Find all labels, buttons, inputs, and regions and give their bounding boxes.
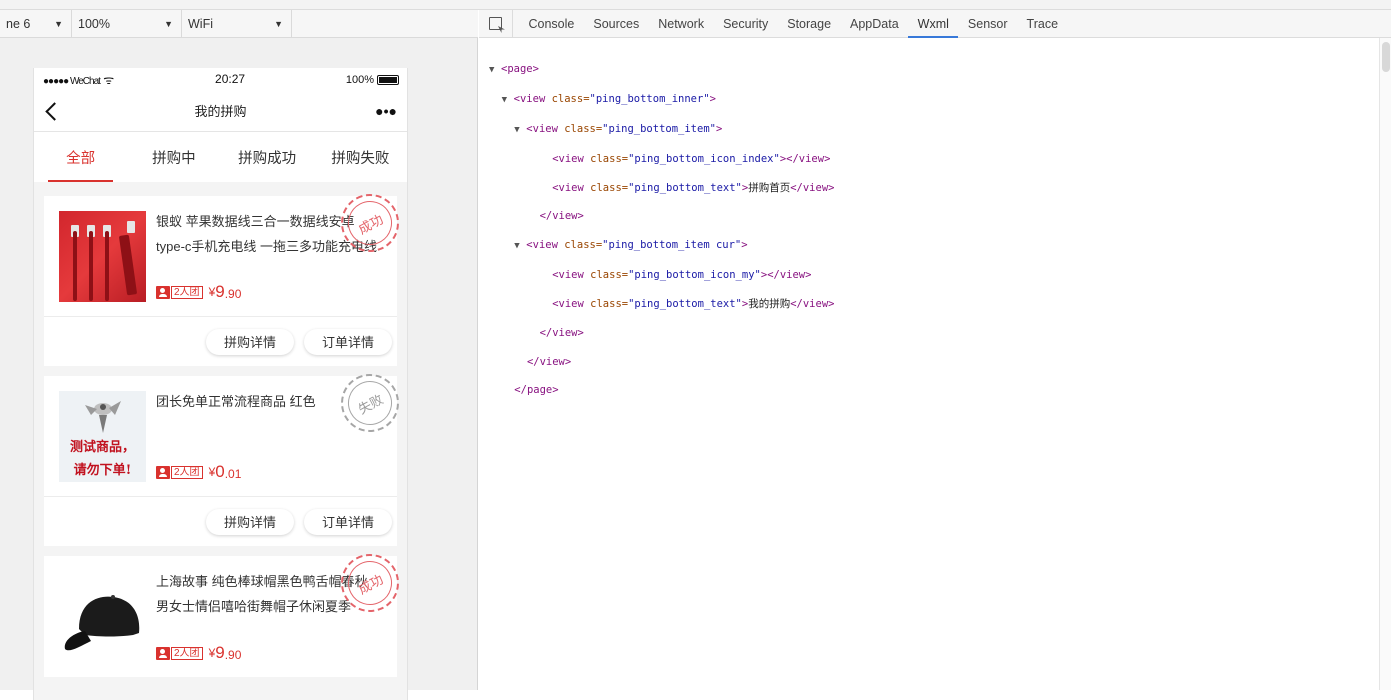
- tab-sensor[interactable]: Sensor: [958, 10, 1017, 37]
- group-size-badge: 2人团: [171, 285, 203, 299]
- expand-triangle-icon[interactable]: ▼: [514, 239, 526, 253]
- group-detail-button[interactable]: 拼购详情: [205, 508, 294, 535]
- device-toolbar: ne 6 ▼ 100% ▼ WiFi ▼: [0, 10, 478, 38]
- status-bar: ●●●●● WeChat ᯤ 20:27 100%: [34, 68, 407, 90]
- tab-success[interactable]: 拼购成功: [221, 132, 314, 182]
- chevron-down-icon: ▼: [164, 19, 173, 29]
- tab-wxml[interactable]: Wxml: [908, 10, 959, 38]
- tab-in-progress[interactable]: 拼购中: [127, 132, 220, 182]
- price-decimal: .01: [224, 467, 242, 481]
- wxml-close-inner: </view>: [526, 355, 572, 368]
- wxml-close-page: </page>: [514, 384, 559, 397]
- test-figure-icon: [85, 401, 121, 433]
- zoom-select-value: 100%: [78, 17, 110, 31]
- wxml-node-inner[interactable]: ▼ <view class="ping_bottom_inner">: [489, 92, 834, 107]
- wxml-node-text-home[interactable]: <view class="ping_bottom_text">拼购首页</vie…: [489, 181, 834, 195]
- thumb-text-line-2: 请勿下单!: [73, 463, 132, 478]
- tab-storage[interactable]: Storage: [778, 10, 841, 37]
- wxml-node-icon-index[interactable]: <view class="ping_bottom_icon_index"></v…: [489, 152, 834, 166]
- expand-triangle-icon[interactable]: ▼: [489, 63, 501, 77]
- wxml-node-item[interactable]: ▼ <view class="ping_bottom_item">: [489, 122, 834, 137]
- order-detail-button[interactable]: 订单详情: [303, 328, 392, 355]
- product-image: [59, 571, 146, 662]
- tab-network[interactable]: Network: [649, 10, 714, 37]
- nav-bar: 我的拼购 ●•●: [34, 90, 407, 132]
- chevron-down-icon: ▼: [274, 19, 283, 29]
- price-integer: 9: [215, 643, 225, 662]
- devtools-scrollbar[interactable]: [1379, 38, 1391, 690]
- price-integer: 0: [215, 462, 225, 481]
- product-image: 测试商品， 请勿下单!: [59, 391, 146, 482]
- product-image: [59, 211, 146, 302]
- group-detail-button[interactable]: 拼购详情: [205, 328, 294, 355]
- group-icon: [156, 646, 170, 660]
- price-integer: 9: [215, 282, 225, 301]
- battery-status: 100%: [346, 72, 399, 86]
- device-select-value: ne 6: [6, 17, 31, 31]
- window-top-strip: [0, 0, 1391, 10]
- order-card: 测试商品， 请勿下单! 团长免单正常流程商品 红色 2人团 ¥ 0 .01 失败…: [44, 363, 407, 546]
- group-size-badge: 2人团: [171, 465, 203, 479]
- price-line: 2人团 ¥ 9 .90: [156, 282, 241, 302]
- tab-sources[interactable]: Sources: [584, 10, 649, 37]
- order-card: 银蚁 苹果数据线三合一数据线安卓type-c手机充电线 一拖三多功能充电线 2人…: [44, 183, 407, 366]
- tab-security[interactable]: Security: [714, 10, 778, 37]
- wxml-tree: ▼ <page> ▼ <view class="ping_bottom_inner"…: [489, 48, 834, 427]
- currency-symbol: ¥: [208, 646, 216, 660]
- wxml-node-icon-my[interactable]: <view class="ping_bottom_icon_my"></view…: [489, 268, 834, 282]
- wxml-close-item-cur: </view>: [539, 326, 584, 339]
- wxml-node-item-cur[interactable]: ▼ <view class="ping_bottom_item cur">: [489, 238, 834, 253]
- chevron-down-icon: ▼: [54, 19, 63, 29]
- tab-appdata[interactable]: AppData: [841, 10, 909, 37]
- wifi-icon: ᯤ: [103, 72, 115, 87]
- tab-all[interactable]: 全部: [34, 132, 127, 182]
- tab-console[interactable]: Console: [519, 10, 584, 37]
- price-line: 2人团 ¥ 9 .90: [156, 643, 241, 663]
- network-select-value: WiFi: [188, 17, 213, 31]
- devtools-tabs: Console Sources Network Security Storage…: [479, 10, 1391, 38]
- thumb-text-line-1: 测试商品，: [69, 440, 135, 455]
- expand-triangle-icon[interactable]: ▼: [502, 93, 514, 107]
- group-icon: [156, 465, 170, 479]
- order-card-body[interactable]: 上海故事 纯色棒球帽黑色鸭舌帽春秋男女士情侣嘻哈街舞帽子休闲夏季 2人团 ¥ 9…: [44, 543, 407, 677]
- device-select[interactable]: ne 6 ▼: [0, 10, 72, 38]
- zoom-select[interactable]: 100% ▼: [72, 10, 182, 38]
- price-decimal: .90: [224, 287, 242, 301]
- order-detail-button[interactable]: 订单详情: [303, 508, 392, 535]
- cap-image-icon: [64, 595, 140, 651]
- currency-symbol: ¥: [208, 285, 216, 299]
- status-time: 20:27: [215, 72, 246, 86]
- more-icon[interactable]: ●•●: [375, 103, 397, 119]
- network-select[interactable]: WiFi ▼: [182, 10, 292, 38]
- page-title: 我的拼购: [194, 104, 247, 119]
- order-tabs: 全部 拼购中 拼购成功 拼购失败: [34, 132, 407, 182]
- currency-symbol: ¥: [208, 465, 216, 479]
- price-decimal: .90: [224, 648, 242, 662]
- order-actions: 拼购详情 订单详情: [44, 317, 397, 366]
- order-list: 银蚁 苹果数据线三合一数据线安卓type-c手机充电线 一拖三多功能充电线 2人…: [34, 182, 407, 677]
- devtools-panel: Console Sources Network Security Storage…: [479, 10, 1391, 690]
- order-actions: 拼购详情 订单详情: [44, 497, 397, 546]
- battery-icon: [377, 74, 399, 85]
- order-card: 上海故事 纯色棒球帽黑色鸭舌帽春秋男女士情侣嘻哈街舞帽子休闲夏季 2人团 ¥ 9…: [44, 543, 407, 677]
- expand-triangle-icon[interactable]: ▼: [514, 123, 526, 137]
- order-card-body[interactable]: 银蚁 苹果数据线三合一数据线安卓type-c手机充电线 一拖三多功能充电线 2人…: [44, 183, 407, 317]
- group-icon: [156, 285, 170, 299]
- order-card-body[interactable]: 测试商品， 请勿下单! 团长免单正常流程商品 红色 2人团 ¥ 0 .01 失败: [44, 363, 407, 497]
- wxml-node-text-my[interactable]: <view class="ping_bottom_text">我的拼购</vie…: [489, 297, 834, 311]
- tab-trace[interactable]: Trace: [1017, 10, 1068, 37]
- back-icon[interactable]: [42, 101, 62, 121]
- group-size-badge: 2人团: [171, 646, 203, 660]
- inspect-element-icon[interactable]: [479, 10, 513, 37]
- tab-failed[interactable]: 拼购失败: [314, 132, 407, 182]
- simulator-panel: ne 6 ▼ 100% ▼ WiFi ▼ ●●●●● WeChat ᯤ 20:2…: [0, 10, 478, 700]
- price-line: 2人团 ¥ 0 .01: [156, 462, 241, 482]
- phone-screen: ●●●●● WeChat ᯤ 20:27 100% 我的拼购 ●•● 全部 拼购…: [33, 68, 408, 700]
- wxml-node-page[interactable]: ▼ <page>: [489, 62, 834, 77]
- carrier-text: ●●●●● WeChat ᯤ: [43, 72, 115, 87]
- wxml-close-item: </view>: [539, 210, 584, 223]
